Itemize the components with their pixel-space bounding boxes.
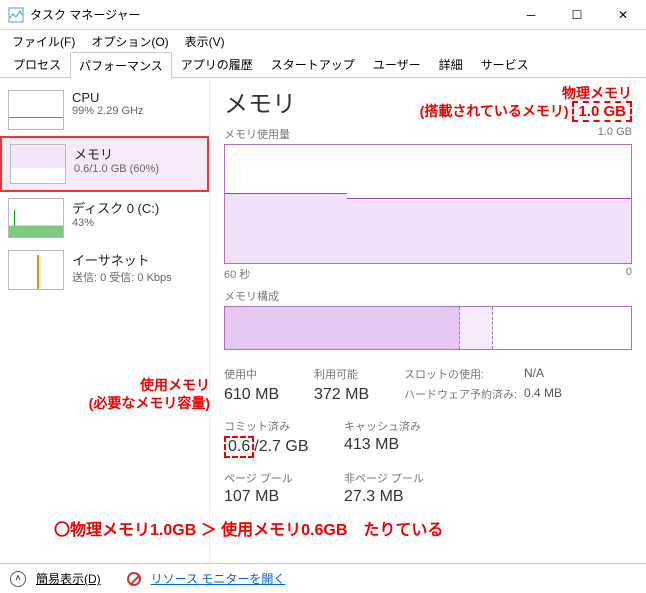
window-title: タスク マネージャー bbox=[30, 6, 508, 23]
cpu-thumb-chart bbox=[8, 90, 64, 130]
tab-startup[interactable]: スタートアップ bbox=[262, 51, 364, 77]
stats-grid-1: 使用中 利用可能 スロットの使用: N/A 610 MB 372 MB ハードウ… bbox=[224, 366, 632, 404]
slots-label: スロットの使用: bbox=[404, 366, 524, 382]
sidebar-item-ethernet[interactable]: イーサネット 送信: 0 受信: 0 Kbps bbox=[0, 244, 209, 296]
usage-max: 1.0 GB bbox=[598, 126, 632, 142]
annotation-used-memory: 使用メモリ (必要なメモリ容量) bbox=[50, 376, 210, 412]
total-memory-value: 1.0 GB bbox=[572, 101, 632, 122]
memory-composition-chart[interactable] bbox=[224, 306, 632, 350]
cached-label: キャッシュ済み bbox=[344, 418, 464, 434]
composition-used bbox=[225, 307, 460, 349]
sidebar: CPU 99% 2.29 GHz メモリ 0.6/1.0 GB (60%) ディ… bbox=[0, 78, 210, 563]
memory-usage-fill bbox=[225, 198, 631, 263]
slots-value: N/A bbox=[524, 366, 604, 382]
available-value: 372 MB bbox=[314, 386, 404, 404]
tab-bar: プロセス パフォーマンス アプリの履歴 スタートアップ ユーザー 詳細 サービス bbox=[0, 52, 646, 78]
annotation-used-line1: 使用メモリ bbox=[50, 376, 210, 394]
committed-rest: /2.7 GB bbox=[254, 438, 308, 455]
composition-modified bbox=[460, 307, 492, 349]
sidebar-item-cpu[interactable]: CPU 99% 2.29 GHz bbox=[0, 84, 209, 136]
tab-performance[interactable]: パフォーマンス bbox=[70, 52, 172, 78]
sidebar-cpu-title: CPU bbox=[72, 90, 144, 105]
maximize-button[interactable]: ☐ bbox=[554, 0, 600, 30]
footer: ˄ 簡易表示(D) リソース モニターを開く bbox=[0, 563, 646, 593]
ethernet-thumb-chart bbox=[8, 250, 64, 290]
titlebar: タスク マネージャー ─ ☐ ✕ bbox=[0, 0, 646, 30]
paged-value: 107 MB bbox=[224, 488, 344, 506]
tab-processes[interactable]: プロセス bbox=[4, 51, 70, 77]
committed-highlight: 0.6 bbox=[224, 436, 254, 458]
menubar: ファイル(F) オプション(O) 表示(V) bbox=[0, 30, 646, 52]
close-button[interactable]: ✕ bbox=[600, 0, 646, 30]
available-label: 利用可能 bbox=[314, 366, 404, 382]
sidebar-memory-sub: 0.6/1.0 GB (60%) bbox=[74, 163, 159, 175]
resource-monitor-link[interactable]: リソース モニターを開く bbox=[151, 570, 286, 587]
sidebar-ethernet-title: イーサネット bbox=[72, 250, 172, 269]
sidebar-item-memory[interactable]: メモリ 0.6/1.0 GB (60%) bbox=[0, 136, 209, 192]
cached-value: 413 MB bbox=[344, 436, 464, 458]
tab-details[interactable]: 詳細 bbox=[430, 51, 472, 77]
menu-view[interactable]: 表示(V) bbox=[179, 31, 231, 52]
annotation-line2: (搭載されているメモリ) bbox=[420, 103, 569, 119]
annotation-line1: 物理メモリ bbox=[420, 84, 632, 102]
main-panel: メモリ 物理メモリ (搭載されているメモリ) 1.0 GB メモリ使用量 1.0… bbox=[210, 78, 646, 563]
usage-label: メモリ使用量 bbox=[224, 126, 290, 142]
sidebar-disk-title: ディスク 0 (C:) bbox=[72, 198, 159, 217]
sidebar-ethernet-sub: 送信: 0 受信: 0 Kbps bbox=[72, 269, 172, 285]
resource-monitor-icon bbox=[127, 572, 141, 586]
main-title: メモリ bbox=[224, 84, 296, 119]
tab-services[interactable]: サービス bbox=[472, 51, 538, 77]
annotation-physical-memory: 物理メモリ (搭載されているメモリ) 1.0 GB bbox=[420, 84, 632, 122]
window-controls: ─ ☐ ✕ bbox=[508, 0, 646, 30]
sidebar-item-disk[interactable]: ディスク 0 (C:) 43% bbox=[0, 192, 209, 244]
nonpaged-value: 27.3 MB bbox=[344, 488, 464, 506]
sidebar-disk-sub: 43% bbox=[72, 217, 159, 229]
hw-reserved-value: 0.4 MB bbox=[524, 386, 604, 404]
annotation-conclusion: 〇物理メモリ1.0GB ＞ 使用メモリ0.6GB たりている bbox=[54, 516, 632, 540]
simple-view-link[interactable]: 簡易表示(D) bbox=[36, 570, 101, 587]
stats-grid-2: コミット済み キャッシュ済み 0.6/2.7 GB 413 MB ページ プール… bbox=[224, 418, 632, 506]
collapse-icon[interactable]: ˄ bbox=[10, 571, 26, 587]
composition-free bbox=[493, 307, 631, 349]
tab-app-history[interactable]: アプリの履歴 bbox=[172, 51, 262, 77]
annotation-used-line2: (必要なメモリ容量) bbox=[50, 394, 210, 412]
tab-users[interactable]: ユーザー bbox=[364, 51, 430, 77]
committed-label: コミット済み bbox=[224, 418, 344, 434]
app-icon bbox=[8, 7, 24, 23]
disk-thumb-chart bbox=[8, 198, 64, 238]
in-use-value: 610 MB bbox=[224, 386, 314, 404]
annotation-line2-wrap: (搭載されているメモリ) 1.0 GB bbox=[420, 102, 632, 122]
memory-usage-chart[interactable] bbox=[224, 144, 632, 264]
x-axis-left: 60 秒 bbox=[224, 266, 250, 282]
hw-reserved-label: ハードウェア予約済み: bbox=[404, 386, 524, 404]
memory-thumb-chart bbox=[10, 144, 66, 184]
paged-label: ページ プール bbox=[224, 470, 344, 486]
menu-file[interactable]: ファイル(F) bbox=[6, 31, 81, 52]
content: CPU 99% 2.29 GHz メモリ 0.6/1.0 GB (60%) ディ… bbox=[0, 78, 646, 563]
x-axis-right: 0 bbox=[626, 266, 632, 282]
sidebar-cpu-sub: 99% 2.29 GHz bbox=[72, 105, 144, 117]
minimize-button[interactable]: ─ bbox=[508, 0, 554, 30]
composition-label: メモリ構成 bbox=[224, 288, 632, 304]
in-use-label: 使用中 bbox=[224, 366, 314, 382]
nonpaged-label: 非ページ プール bbox=[344, 470, 464, 486]
menu-options[interactable]: オプション(O) bbox=[85, 31, 174, 52]
sidebar-memory-title: メモリ bbox=[74, 144, 159, 163]
committed-value: 0.6/2.7 GB bbox=[224, 436, 344, 458]
